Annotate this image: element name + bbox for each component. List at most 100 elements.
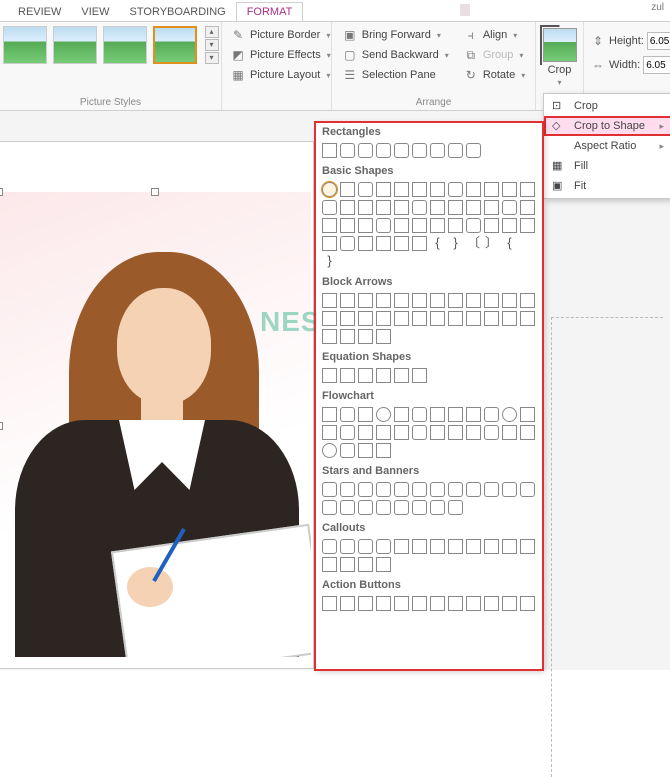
shape-option-bracket[interactable]: 〕 [484, 236, 499, 251]
shape-option[interactable] [340, 596, 355, 611]
shape-option[interactable] [394, 407, 409, 422]
shape-option-bracket[interactable]: { [502, 236, 517, 251]
shape-option[interactable] [322, 311, 337, 326]
shape-option[interactable] [484, 482, 499, 497]
tab-review[interactable]: REVIEW [8, 3, 71, 21]
shape-option[interactable] [466, 293, 481, 308]
shape-option[interactable] [322, 596, 337, 611]
shape-option[interactable] [412, 143, 427, 158]
shape-option[interactable] [394, 236, 409, 251]
shape-option[interactable] [376, 143, 391, 158]
shape-option[interactable] [448, 500, 463, 515]
shape-option[interactable] [412, 200, 427, 215]
shape-option[interactable] [466, 482, 481, 497]
shape-option[interactable] [376, 236, 391, 251]
shape-option[interactable] [484, 218, 499, 233]
shape-option[interactable] [322, 236, 337, 251]
shape-option[interactable] [340, 311, 355, 326]
crop-menu-crop[interactable]: ⊡Crop [544, 96, 670, 116]
shape-option[interactable] [376, 482, 391, 497]
shape-option[interactable] [466, 143, 481, 158]
shape-option[interactable] [322, 443, 337, 458]
shape-option[interactable] [502, 182, 517, 197]
gallery-more-icon[interactable]: ▾ [205, 52, 219, 64]
shape-option[interactable] [376, 329, 391, 344]
shape-option[interactable] [394, 482, 409, 497]
shape-option[interactable] [394, 425, 409, 440]
shape-option[interactable] [448, 407, 463, 422]
shape-option[interactable] [484, 311, 499, 326]
shape-option[interactable] [430, 500, 445, 515]
shape-option[interactable] [412, 407, 427, 422]
shape-option[interactable] [340, 557, 355, 572]
shape-option[interactable] [394, 218, 409, 233]
shape-option[interactable] [520, 407, 535, 422]
shape-option[interactable] [322, 425, 337, 440]
shape-option[interactable] [502, 539, 517, 554]
shape-option[interactable] [484, 200, 499, 215]
shape-option[interactable] [376, 407, 391, 422]
shape-option[interactable] [502, 293, 517, 308]
shape-option[interactable] [502, 407, 517, 422]
picture-styles-gallery[interactable]: ▴ ▾ ▾ [3, 26, 219, 64]
shape-option[interactable] [394, 500, 409, 515]
shape-option[interactable] [466, 182, 481, 197]
shape-option[interactable] [358, 500, 373, 515]
shape-option[interactable] [376, 500, 391, 515]
shape-option[interactable] [340, 293, 355, 308]
style-thumb[interactable] [53, 26, 97, 64]
shape-option[interactable] [358, 596, 373, 611]
shape-option[interactable] [520, 539, 535, 554]
shape-option[interactable] [484, 182, 499, 197]
shape-option[interactable] [502, 425, 517, 440]
height-input[interactable] [647, 32, 670, 50]
shape-option[interactable] [484, 539, 499, 554]
shape-option[interactable] [448, 539, 463, 554]
shape-option[interactable] [502, 311, 517, 326]
rotate-button[interactable]: ↻Rotate▾ [461, 66, 527, 84]
shape-option[interactable] [340, 539, 355, 554]
shape-option[interactable] [394, 182, 409, 197]
shape-option[interactable] [448, 425, 463, 440]
shape-option[interactable] [340, 482, 355, 497]
picture-border-button[interactable]: ✎Picture Border▾ [228, 26, 333, 44]
shape-option[interactable] [322, 200, 337, 215]
shape-option[interactable] [358, 329, 373, 344]
crop-menu-aspect-ratio[interactable]: Aspect Ratio▸ [544, 136, 670, 156]
shape-option[interactable] [358, 443, 373, 458]
shape-option[interactable] [430, 218, 445, 233]
shape-option[interactable] [430, 182, 445, 197]
shape-option[interactable] [376, 368, 391, 383]
shape-option[interactable] [358, 311, 373, 326]
shape-option[interactable] [376, 443, 391, 458]
tab-storyboarding[interactable]: STORYBOARDING [120, 3, 236, 21]
slide[interactable] [0, 141, 314, 669]
shape-option-bracket[interactable]: } [448, 236, 463, 251]
shape-option[interactable] [430, 143, 445, 158]
shape-option[interactable] [376, 557, 391, 572]
crop-button[interactable]: Crop ▾ [537, 26, 583, 89]
shape-option[interactable] [394, 200, 409, 215]
shape-option[interactable] [430, 311, 445, 326]
gallery-down-icon[interactable]: ▾ [205, 39, 219, 51]
shape-option[interactable] [448, 218, 463, 233]
shape-option[interactable] [520, 596, 535, 611]
shape-option[interactable] [412, 182, 427, 197]
shape-option[interactable] [394, 293, 409, 308]
tab-format[interactable]: FORMAT [236, 2, 304, 21]
shape-option[interactable] [448, 200, 463, 215]
shape-option[interactable] [430, 539, 445, 554]
shape-option[interactable] [520, 200, 535, 215]
shape-option[interactable] [340, 218, 355, 233]
crop-menu-crop-to-shape[interactable]: ◇Crop to Shape▸ [544, 116, 670, 136]
shape-option[interactable] [412, 539, 427, 554]
shape-option[interactable] [502, 596, 517, 611]
shape-option[interactable] [466, 200, 481, 215]
shape-option[interactable] [322, 539, 337, 554]
shape-option[interactable] [376, 182, 391, 197]
shape-option[interactable] [376, 425, 391, 440]
shape-option[interactable] [322, 482, 337, 497]
shape-option[interactable] [448, 311, 463, 326]
shape-option[interactable] [466, 539, 481, 554]
shape-option[interactable] [412, 596, 427, 611]
